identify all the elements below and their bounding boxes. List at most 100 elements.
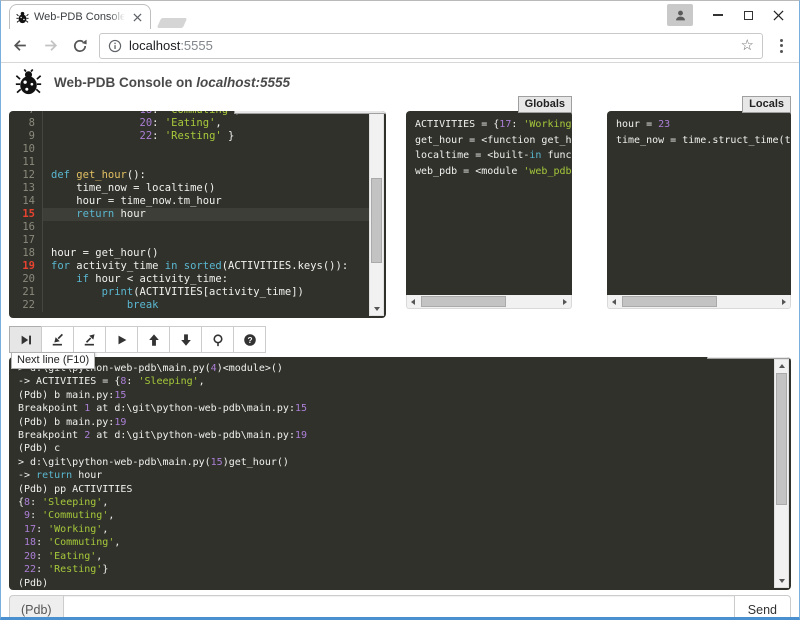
console-line: {8: 'Sleeping',	[18, 496, 771, 509]
code-line-content: if hour < activity_time:	[43, 273, 369, 286]
continue-icon	[115, 333, 129, 347]
command-input-row: (Pdb) Send	[9, 595, 791, 620]
url-text: localhost:5555	[129, 38, 213, 53]
code-line-content: print(ACTIVITIES[activity_time])	[43, 286, 369, 299]
locals-panel: Locals hour = 23time_now = time.struct_t…	[607, 111, 791, 309]
back-button[interactable]	[9, 35, 31, 57]
next-line-button[interactable]	[9, 326, 42, 353]
pdb-console-panel: PDB Console > d:\git\python-web-pdb\main…	[9, 357, 791, 590]
console-line: -> ACTIVITIES = {8: 'Sleeping',	[18, 375, 771, 388]
code-line: 13 time_now = localtime()	[9, 182, 369, 195]
code-line-content	[43, 234, 369, 247]
scroll-down-arrow-icon[interactable]	[775, 575, 788, 587]
pdb-command-input[interactable]	[63, 595, 735, 620]
line-number[interactable]: 17	[9, 234, 43, 247]
line-number[interactable]: 12	[9, 169, 43, 182]
scroll-down-arrow-icon[interactable]	[370, 303, 383, 315]
browser-window: Web-PDB Console on loc	[0, 0, 800, 620]
send-button[interactable]: Send	[735, 595, 791, 620]
tab-close-icon[interactable]	[130, 10, 144, 24]
code-line: 20 if hour < activity_time:	[9, 273, 369, 286]
console-line: 18: 'Commuting',	[18, 536, 771, 549]
scroll-left-arrow-icon[interactable]	[407, 295, 419, 308]
tooltip: Next line (F10)	[11, 352, 95, 369]
code-line: 17	[9, 234, 369, 247]
line-number[interactable]: 21	[9, 286, 43, 299]
return-button[interactable]	[73, 326, 106, 353]
code-line-content: for activity_time in sorted(ACTIVITIES.k…	[43, 260, 369, 273]
scroll-right-arrow-icon[interactable]	[559, 295, 571, 308]
globals-horizontal-scrollbar[interactable]	[406, 295, 572, 309]
scroll-right-arrow-icon[interactable]	[778, 295, 790, 308]
maximize-button[interactable]	[733, 3, 763, 27]
where-button[interactable]	[201, 326, 234, 353]
code-vertical-scrollbar[interactable]	[369, 113, 384, 316]
bookmark-star-icon[interactable]: ☆	[741, 38, 754, 53]
svg-text:?: ?	[247, 334, 252, 344]
console-line: 22: 'Resting'}	[18, 563, 771, 576]
console-line: time_now = time.struct_time(tm_yea	[616, 133, 791, 149]
frame-up-button[interactable]	[137, 326, 170, 353]
line-number[interactable]: 10	[9, 143, 43, 156]
scrollbar-thumb[interactable]	[622, 296, 717, 307]
continue-button[interactable]	[105, 326, 138, 353]
step-into-button[interactable]	[41, 326, 74, 353]
console-line: -> return hour	[18, 469, 771, 482]
browser-menu-button[interactable]	[771, 39, 791, 53]
reload-button[interactable]	[69, 35, 91, 57]
line-number[interactable]: 15	[9, 208, 43, 221]
profile-button[interactable]	[667, 4, 693, 26]
code-line-content: break	[43, 299, 369, 312]
console-line: Breakpoint 1 at d:\git\python-web-pdb\ma…	[18, 402, 771, 415]
help-button[interactable]: ?	[233, 326, 266, 353]
line-number[interactable]: 13	[9, 182, 43, 195]
code-line: 14 hour = time_now.tm_hour	[9, 195, 369, 208]
console-line: localtime = <built-in function loc	[415, 148, 572, 164]
code-line: 10	[9, 143, 369, 156]
console-line: Breakpoint 2 at d:\git\python-web-pdb\ma…	[18, 429, 771, 442]
browser-navbar: localhost:5555 ☆	[1, 29, 799, 63]
line-number[interactable]: 16	[9, 221, 43, 234]
pdb-prompt-prefix: (Pdb)	[9, 595, 63, 620]
locals-horizontal-scrollbar[interactable]	[607, 295, 791, 309]
browser-tab[interactable]: Web-PDB Console on loc	[9, 4, 151, 29]
minimize-button[interactable]	[703, 3, 733, 27]
line-number[interactable]: 9	[9, 130, 43, 143]
forward-button[interactable]	[39, 35, 61, 57]
code-line-content	[43, 156, 369, 169]
line-number[interactable]: 22	[9, 299, 43, 312]
console-line: (Pdb) pp ACTIVITIES	[18, 483, 771, 496]
code-line-content: hour = time_now.tm_hour	[43, 195, 369, 208]
line-number[interactable]: 18	[9, 247, 43, 260]
arrow-up-icon	[147, 333, 161, 347]
console-line: web_pdb = <module 'web_pdb' from '	[415, 164, 572, 180]
line-number[interactable]: 20	[9, 273, 43, 286]
console-line: (Pdb) c	[18, 442, 771, 455]
globals-label: Globals	[518, 96, 572, 113]
browser-titlebar: Web-PDB Console on loc	[1, 1, 799, 29]
scrollbar-thumb[interactable]	[776, 373, 787, 505]
frame-down-button[interactable]	[169, 326, 202, 353]
console-line: get_hour = <function get_hour at 0	[415, 133, 572, 149]
code-line-content: 20: 'Eating',	[43, 117, 369, 130]
address-bar[interactable]: localhost:5555 ☆	[99, 33, 763, 59]
close-button[interactable]	[763, 3, 793, 27]
code-line: 18hour = get_hour()	[9, 247, 369, 260]
line-number[interactable]: 11	[9, 156, 43, 169]
scrollbar-thumb[interactable]	[371, 178, 382, 262]
console-vertical-scrollbar[interactable]	[774, 359, 789, 588]
line-number[interactable]: 19	[9, 260, 43, 273]
minimize-icon	[713, 14, 723, 16]
tab-title: Web-PDB Console on loc	[34, 11, 125, 23]
line-number[interactable]: 14	[9, 195, 43, 208]
code-line: 12def get_hour():	[9, 169, 369, 182]
scrollbar-thumb[interactable]	[421, 296, 506, 307]
new-tab-button[interactable]	[157, 18, 187, 28]
code-line: 16	[9, 221, 369, 234]
code-view: 7 18: 'Commuting',8 20: 'Eating',9 22: '…	[9, 111, 386, 312]
line-number[interactable]: 8	[9, 117, 43, 130]
scroll-left-arrow-icon[interactable]	[608, 295, 620, 308]
scroll-up-arrow-icon[interactable]	[775, 360, 788, 372]
code-line-content: def get_hour():	[43, 169, 369, 182]
bug-logo-icon	[15, 69, 42, 96]
